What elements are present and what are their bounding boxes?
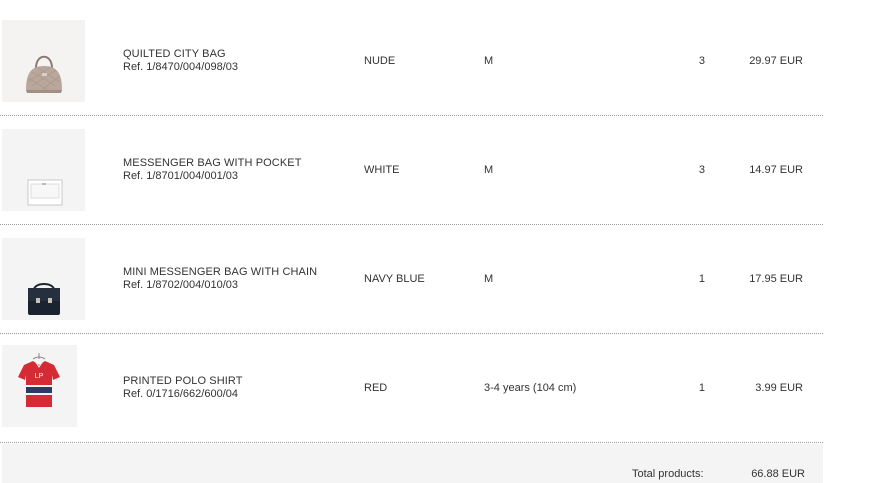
- cart-totals-footer: Total products: 66.88 EUR: [2, 444, 823, 483]
- shirt-icon: LP: [2, 345, 77, 427]
- product-quantity: 1: [698, 273, 705, 285]
- product-price: 14.97 EUR: [749, 164, 803, 176]
- bag-icon: [2, 238, 85, 320]
- product-ref: Ref. 0/1716/662/600/04: [123, 388, 238, 400]
- product-color: NUDE: [364, 55, 396, 67]
- product-size: M: [484, 55, 494, 67]
- product-color: RED: [364, 382, 388, 394]
- row-divider: [0, 442, 823, 443]
- product-name[interactable]: PRINTED POLO SHIRT: [123, 375, 243, 388]
- cart-row-printed-polo-shirt: LP PRINTED POLO SHIRT Ref. 0/1716/662/60…: [0, 327, 823, 443]
- product-quantity: 1: [698, 382, 705, 394]
- product-size: M: [484, 164, 494, 176]
- svg-text:LP: LP: [35, 373, 44, 380]
- bag-icon: [2, 20, 85, 102]
- product-quantity: 3: [698, 164, 705, 176]
- bag-icon: [2, 129, 85, 211]
- product-name[interactable]: QUILTED CITY BAG: [123, 48, 226, 61]
- product-ref: Ref. 1/8470/004/098/03: [123, 61, 238, 73]
- cart-row-mini-messenger-bag-with-chain: MINI MESSENGER BAG WITH CHAIN Ref. 1/870…: [0, 218, 823, 334]
- total-products-value: 66.88 EUR: [751, 468, 805, 480]
- quilted-bag-thumbnail[interactable]: [2, 20, 85, 102]
- product-name[interactable]: MESSENGER BAG WITH POCKET: [123, 157, 302, 170]
- cart-row-messenger-bag-with-pocket: MESSENGER BAG WITH POCKET Ref. 1/8701/00…: [0, 109, 823, 225]
- product-size: 3-4 years (104 cm): [484, 382, 577, 394]
- product-color: WHITE: [364, 164, 400, 176]
- red-polo-shirt-thumbnail[interactable]: LP: [2, 345, 77, 427]
- product-ref: Ref. 1/8701/004/001/03: [123, 170, 238, 182]
- cart-row-quilted-city-bag: QUILTED CITY BAG Ref. 1/8470/004/098/03 …: [0, 0, 823, 116]
- product-name[interactable]: MINI MESSENGER BAG WITH CHAIN: [123, 266, 317, 279]
- product-quantity: 3: [698, 55, 705, 67]
- product-price: 3.99 EUR: [755, 382, 803, 394]
- white-messenger-bag-thumbnail[interactable]: [2, 129, 85, 211]
- product-price: 29.97 EUR: [749, 55, 803, 67]
- product-size: M: [484, 273, 494, 285]
- product-color: NAVY BLUE: [364, 273, 425, 285]
- product-ref: Ref. 1/8702/004/010/03: [123, 279, 238, 291]
- cart-product-list: QUILTED CITY BAG Ref. 1/8470/004/098/03 …: [0, 0, 823, 483]
- navy-messenger-bag-thumbnail[interactable]: [2, 238, 85, 320]
- total-products-label: Total products:: [632, 468, 704, 480]
- product-price: 17.95 EUR: [749, 273, 803, 285]
